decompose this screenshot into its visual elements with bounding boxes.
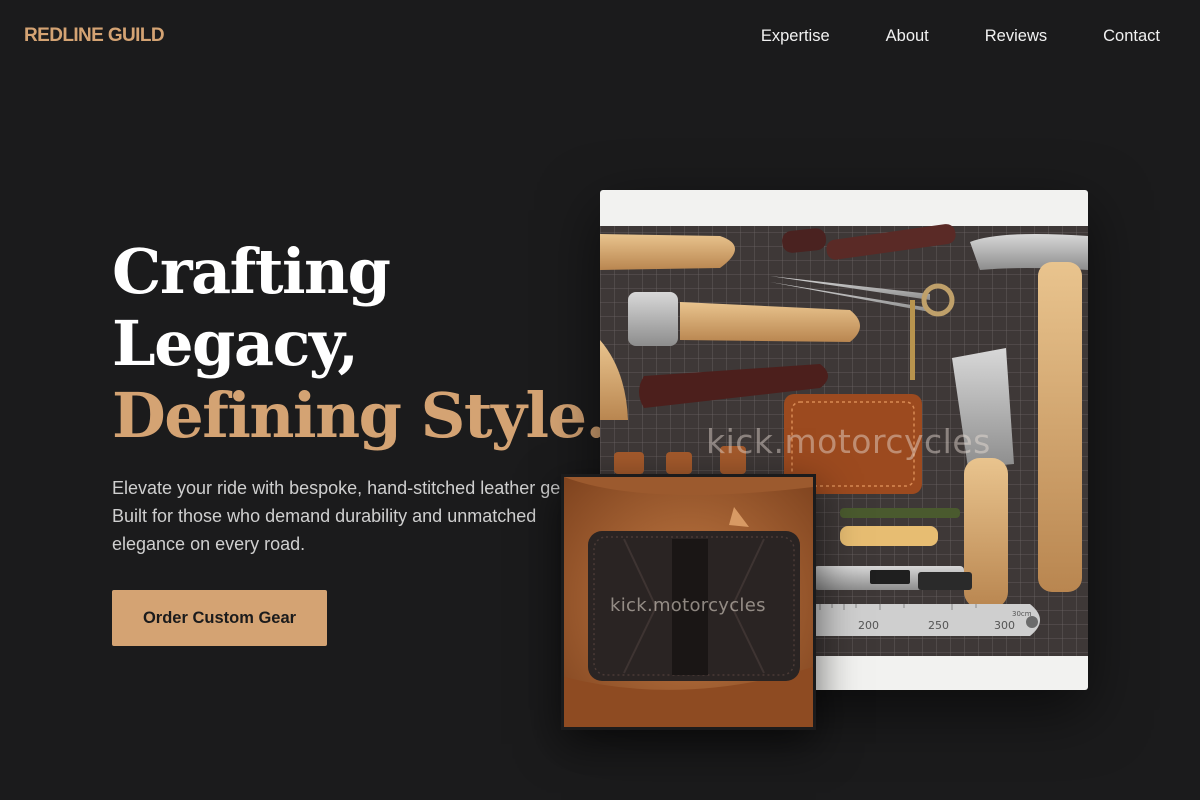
hero-title-accent: Defining Style. [112, 379, 607, 452]
hero-title-line-1: Crafting [112, 235, 391, 308]
hero-title-line-2: Legacy, [112, 307, 359, 380]
hero-title: Crafting Legacy, Defining Style. [112, 236, 612, 452]
main-nav: Expertise About Reviews Contact [761, 26, 1160, 46]
wallet-illustration [564, 477, 813, 727]
brand-logo[interactable]: REDLINE GUILD [24, 24, 165, 48]
nav-link-about[interactable]: About [886, 26, 929, 46]
nav-link-contact[interactable]: Contact [1103, 26, 1160, 46]
ruler-label-300: 300 [994, 619, 1015, 632]
nav-link-expertise[interactable]: Expertise [761, 26, 830, 46]
leather-wallet-photo: kick.motorcycles [561, 474, 816, 730]
ruler-label-30cm: 30cm [1012, 610, 1032, 618]
ruler-label-200: 200 [858, 619, 879, 632]
order-custom-gear-button[interactable]: Order Custom Gear [112, 590, 327, 646]
hero-description: Elevate your ride with bespoke, hand-sti… [112, 478, 581, 554]
ruler-label-250: 250 [928, 619, 949, 632]
nav-link-reviews[interactable]: Reviews [985, 26, 1047, 46]
